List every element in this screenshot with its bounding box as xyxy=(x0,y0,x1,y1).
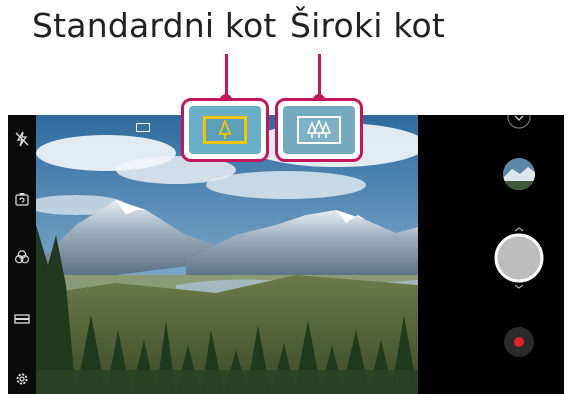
gear-icon[interactable] xyxy=(14,371,30,387)
camera-controls-panel xyxy=(418,115,564,394)
wide-lens-icon-frame xyxy=(297,116,341,144)
flash-off-icon[interactable] xyxy=(14,131,30,147)
standard-lens-icon-frame xyxy=(203,116,247,144)
wide-angle-label: Široki kot xyxy=(290,6,445,45)
chevron-down-icon[interactable] xyxy=(506,115,532,133)
standard-lens-button[interactable] xyxy=(181,98,269,162)
wide-lens-face xyxy=(283,106,355,154)
left-toolbar xyxy=(8,115,36,394)
standard-angle-label: Standardni kot xyxy=(32,6,277,45)
gallery-thumbnail[interactable] xyxy=(502,157,536,191)
record-button[interactable] xyxy=(503,326,535,358)
single-tree-icon xyxy=(218,120,232,139)
aspect-ratio-icon[interactable] xyxy=(14,311,30,327)
hdr-indicator-icon xyxy=(136,123,150,132)
filter-icon[interactable] xyxy=(14,249,30,265)
camera-switch-icon[interactable] xyxy=(14,191,30,207)
wide-lens-button[interactable] xyxy=(275,98,363,162)
shutter-button[interactable] xyxy=(494,227,544,289)
three-trees-icon xyxy=(306,120,332,138)
standard-lens-face xyxy=(189,106,261,154)
